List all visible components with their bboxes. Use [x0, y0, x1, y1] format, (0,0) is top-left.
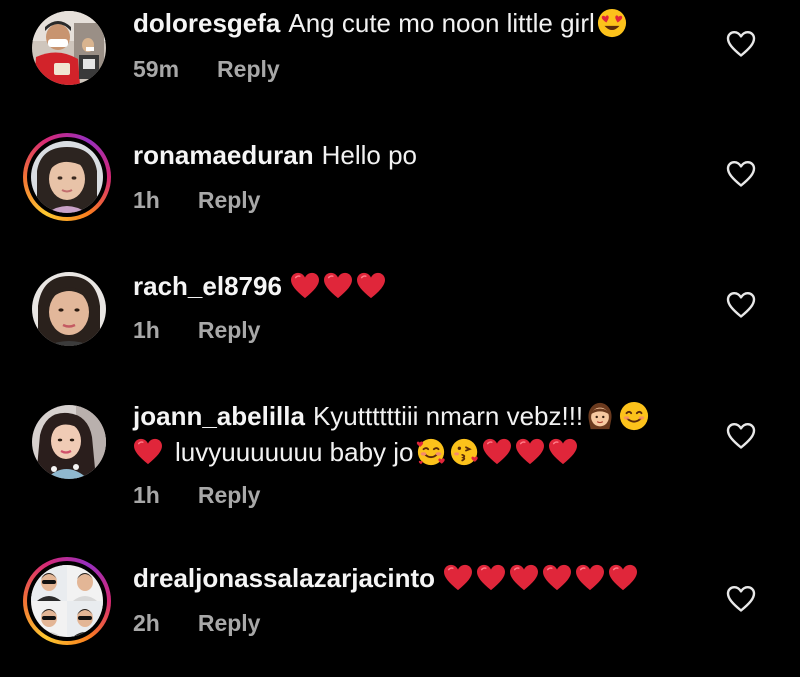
comment-meta: 1h Reply: [133, 480, 260, 510]
comment-meta: 1h Reply: [133, 185, 260, 215]
red-heart-emoji: [443, 564, 473, 592]
comment-text-line: drealjonassalazarjacinto: [133, 562, 641, 594]
comment-username[interactable]: rach_el8796: [133, 271, 282, 301]
red-heart-emoji: [515, 438, 545, 466]
red-heart-emoji: [290, 272, 320, 300]
heart-outline-icon[interactable]: [726, 585, 756, 613]
red-heart-emoji: [509, 564, 539, 592]
comment-meta: 2h Reply: [133, 608, 260, 638]
comment-timestamp: 1h: [133, 187, 160, 213]
red-heart-emoji: [482, 438, 512, 466]
comment-username[interactable]: joann_abelilla: [133, 401, 305, 431]
kissing-face-emoji: [450, 437, 480, 467]
comment-timestamp: 1h: [133, 482, 160, 508]
reply-button[interactable]: Reply: [217, 56, 280, 82]
avatar[interactable]: [32, 405, 106, 479]
avatar[interactable]: [32, 11, 106, 85]
comment-username[interactable]: doloresgefa: [133, 8, 280, 38]
smiling-face-with-hearts-emoji: [416, 437, 446, 467]
red-heart-emoji: [476, 564, 506, 592]
comment-timestamp: 1h: [133, 317, 160, 343]
comment-text: Kyuttttttiii nmarn vebz!!!: [312, 401, 584, 431]
reply-button[interactable]: Reply: [198, 317, 261, 343]
comment-text-continued: luvyuuuuuuu baby jo: [175, 437, 414, 467]
comment-meta: 1h Reply: [133, 315, 260, 345]
girl-emoji: [585, 401, 615, 431]
comment-text-line: joann_abelilla Kyuttttttiii nmarn vebz!!!: [133, 400, 651, 432]
avatar-container[interactable]: [25, 398, 113, 486]
reply-button[interactable]: Reply: [198, 187, 261, 213]
avatar[interactable]: [32, 272, 106, 346]
avatar-container[interactable]: [25, 4, 113, 92]
comment-text-line: ronamaeduran Hello po: [133, 139, 417, 171]
comments-list: doloresgefa Ang cute mo noon little girl …: [0, 0, 800, 677]
red-heart-emoji: [575, 564, 605, 592]
comment-username[interactable]: ronamaeduran: [133, 140, 314, 170]
heart-outline-icon[interactable]: [726, 160, 756, 188]
comment-text: Hello po: [321, 140, 418, 170]
red-heart-emoji: [356, 272, 386, 300]
red-heart-emoji: [323, 272, 353, 300]
red-heart-emoji: [133, 438, 163, 466]
avatar-story-ring[interactable]: [23, 133, 111, 221]
red-heart-emoji: [608, 564, 638, 592]
smiling-face-emoji: [619, 401, 649, 431]
heart-outline-icon[interactable]: [726, 422, 756, 450]
comment-text: Ang cute mo noon little girl: [288, 8, 595, 38]
comment-text-line: doloresgefa Ang cute mo noon little girl: [133, 7, 629, 39]
comment-meta: 59m Reply: [133, 54, 280, 84]
comment-timestamp: 59m: [133, 56, 180, 82]
comment-timestamp: 2h: [133, 610, 160, 636]
heart-outline-icon[interactable]: [726, 291, 756, 319]
red-heart-emoji: [542, 564, 572, 592]
heart-eyes-emoji: [597, 8, 627, 38]
red-heart-emoji: [548, 438, 578, 466]
comment-username[interactable]: drealjonassalazarjacinto: [133, 563, 435, 593]
heart-outline-icon[interactable]: [726, 30, 756, 58]
reply-button[interactable]: Reply: [198, 610, 261, 636]
avatar-container[interactable]: [25, 265, 113, 353]
reply-button[interactable]: Reply: [198, 482, 261, 508]
comment-text-line-2: luvyuuuuuuu baby jo: [133, 436, 581, 468]
avatar[interactable]: [31, 141, 103, 213]
comment-text-line: rach_el8796: [133, 270, 389, 302]
avatar-story-ring[interactable]: [23, 557, 111, 645]
avatar[interactable]: [31, 565, 103, 637]
